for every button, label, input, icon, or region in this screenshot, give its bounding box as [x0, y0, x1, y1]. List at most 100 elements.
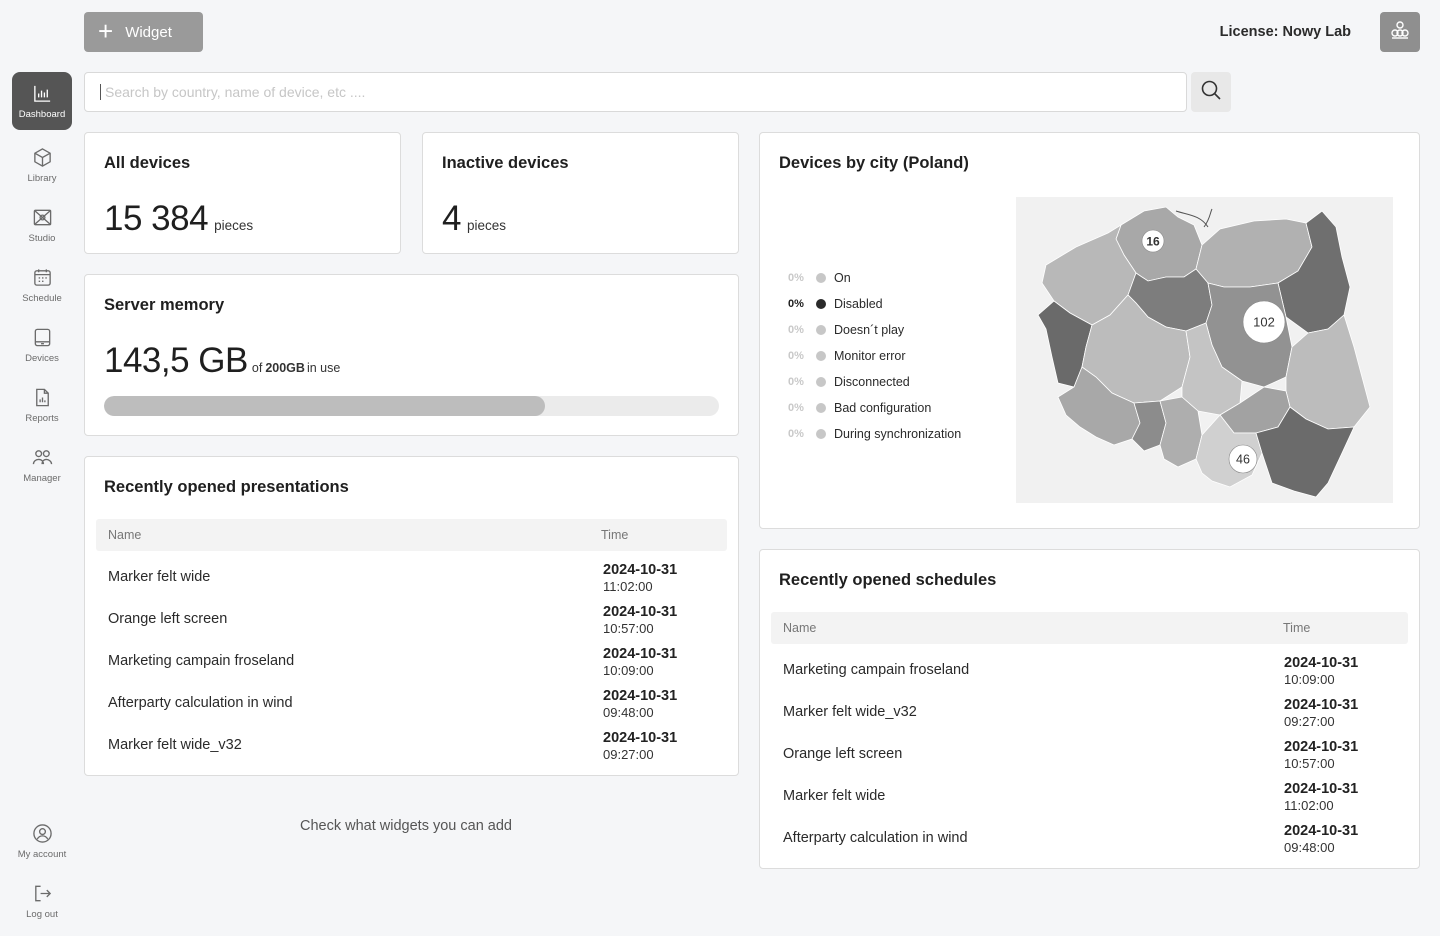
- column-header-name: Name: [108, 528, 142, 542]
- card-title: Recently opened schedules: [779, 571, 997, 589]
- map-legend: 0% On 0% Disabled 0% Doesn´t play 0% Monitor er…: [788, 265, 961, 447]
- table-row[interactable]: Marker felt wide 2024-10-31 11:02:00: [771, 776, 1408, 818]
- sidebar-item-my-account[interactable]: My account: [12, 812, 72, 870]
- table-row[interactable]: Marketing campain froseland 2024-10-31 10:…: [771, 650, 1408, 692]
- sidebar-item-schedule[interactable]: Schedule: [12, 256, 72, 314]
- sidebar-item-label: Studio: [28, 232, 56, 244]
- row-time: 09:48:00: [1284, 840, 1335, 855]
- table-row[interactable]: Afterparty calculation in wind 2024-10-31…: [96, 683, 727, 725]
- add-widgets-link[interactable]: Check what widgets you can add: [300, 818, 512, 834]
- logout-icon: [31, 883, 53, 905]
- legend-percent: 0%: [788, 376, 804, 388]
- card-title: Server memory: [104, 296, 225, 314]
- row-time: 10:09:00: [603, 663, 654, 678]
- row-date: 2024-10-31: [603, 562, 678, 578]
- license-menu-button[interactable]: [1380, 12, 1420, 52]
- table-header: Name Time: [771, 612, 1408, 644]
- stat-unit: pieces: [214, 218, 254, 233]
- row-name: Marketing campain froseland: [783, 662, 970, 678]
- search-button[interactable]: [1191, 72, 1231, 112]
- row-date: 2024-10-31: [603, 688, 678, 704]
- table-row[interactable]: Orange left screen 2024-10-31 10:57:00: [96, 599, 727, 641]
- sidebar-item-label: Devices: [25, 352, 59, 364]
- row-date: 2024-10-31: [603, 646, 678, 662]
- table-row[interactable]: Marker felt wide 2024-10-31 11:02:00: [96, 557, 727, 599]
- row-time: 11:02:00: [1284, 798, 1334, 813]
- table-row[interactable]: Marketing campain froseland 2024-10-31 10:…: [96, 641, 727, 683]
- map-marker-46: 46: [1228, 444, 1258, 474]
- legend-dot: [816, 403, 826, 413]
- search-input[interactable]: [84, 72, 1187, 112]
- row-date: 2024-10-31: [1284, 823, 1359, 839]
- legend-item: 0% Bad configuration: [788, 395, 961, 421]
- calendar-icon: [31, 267, 53, 289]
- column-header-time: Time: [601, 528, 629, 542]
- card-title: Inactive devices: [442, 154, 569, 172]
- inactive-devices-stat: 4 pieces: [442, 199, 506, 239]
- sidebar: Dashboard Library Studio Schedule Device…: [0, 0, 84, 936]
- row-date: 2024-10-31: [603, 730, 678, 746]
- network-icon: [1389, 19, 1411, 46]
- sidebar-item-library[interactable]: Library: [12, 136, 72, 194]
- legend-percent: 0%: [788, 298, 804, 310]
- memory-progress-fill: [104, 396, 546, 416]
- legend-label: Doesn´t play: [834, 323, 905, 337]
- stat-suffix: in use: [306, 361, 341, 375]
- map-marker-label: 46: [1236, 453, 1250, 467]
- table-row[interactable]: Orange left screen 2024-10-31 10:57:00: [771, 734, 1408, 776]
- stat-of: of: [251, 361, 263, 375]
- all-devices-stat: 15 384 pieces: [104, 199, 253, 239]
- all-devices-card: All devices 15 384 pieces: [84, 132, 401, 254]
- devices-map-card: Devices by city (Poland) 0% On 0% Disabled 0…: [759, 132, 1420, 529]
- table-row[interactable]: Marker felt wide_v32 2024-10-31 09:27:00: [771, 692, 1408, 734]
- legend-item: 0% Disabled: [788, 291, 961, 317]
- legend-label: Disconnected: [834, 375, 910, 389]
- row-name: Marketing campain froseland: [108, 653, 295, 669]
- legend-dot: [816, 377, 826, 387]
- sidebar-item-logout[interactable]: Log out: [12, 872, 72, 930]
- sidebar-item-label: My account: [17, 848, 67, 860]
- row-time: 11:02:00: [603, 579, 653, 594]
- card-title: Devices by city (Poland): [779, 154, 969, 172]
- sidebar-item-studio[interactable]: Studio: [12, 196, 72, 254]
- legend-percent: 0%: [788, 402, 804, 414]
- table-row[interactable]: Afterparty calculation in wind 2024-10-31…: [771, 818, 1408, 860]
- inactive-devices-card: Inactive devices 4 pieces: [422, 132, 739, 254]
- legend-label: During synchronization: [834, 427, 962, 441]
- sidebar-item-label: Library: [27, 172, 57, 184]
- poland-map: 16 102 46: [1016, 197, 1393, 503]
- row-name: Orange left screen: [783, 746, 903, 762]
- stat-value: 15 384: [104, 199, 209, 238]
- user-circle-icon: [31, 823, 53, 845]
- studio-icon: [31, 207, 53, 229]
- legend-label: Bad configuration: [834, 401, 932, 415]
- sidebar-item-dashboard[interactable]: Dashboard: [12, 72, 72, 130]
- add-widget-button[interactable]: + Widget: [84, 12, 203, 52]
- legend-percent: 0%: [788, 324, 804, 336]
- legend-item: 0% During synchronization: [788, 421, 961, 447]
- row-name: Marker felt wide_v32: [783, 704, 917, 720]
- sidebar-item-manager[interactable]: Manager: [12, 436, 72, 494]
- sidebar-item-label: Manager: [23, 472, 61, 484]
- legend-item: 0% On: [788, 265, 961, 291]
- sidebar-item-reports[interactable]: Reports: [12, 376, 72, 434]
- legend-label: On: [834, 271, 851, 285]
- report-icon: [31, 387, 53, 409]
- legend-item: 0% Monitor error: [788, 343, 961, 369]
- table-row[interactable]: Marker felt wide_v32 2024-10-31 09:27:00: [96, 725, 727, 767]
- search-caret: [100, 84, 101, 100]
- presentations-card: Recently opened presentations Name Time …: [84, 456, 739, 776]
- stat-value: 143,5 GB: [104, 341, 248, 380]
- users-icon: [31, 447, 53, 469]
- row-name: Marker felt wide_v32: [108, 737, 242, 753]
- legend-label: Monitor error: [834, 349, 906, 363]
- tablet-icon: [31, 327, 53, 349]
- legend-dot: [816, 299, 826, 309]
- server-memory-stat: 143,5 GB of 200GB in use: [104, 341, 340, 381]
- map-marker-16: 16: [1141, 229, 1165, 253]
- sidebar-item-devices[interactable]: Devices: [12, 316, 72, 374]
- sidebar-item-label: Schedule: [22, 292, 62, 304]
- legend-item: 0% Doesn´t play: [788, 317, 961, 343]
- row-time: 10:09:00: [1284, 672, 1335, 687]
- card-title: Recently opened presentations: [104, 478, 349, 496]
